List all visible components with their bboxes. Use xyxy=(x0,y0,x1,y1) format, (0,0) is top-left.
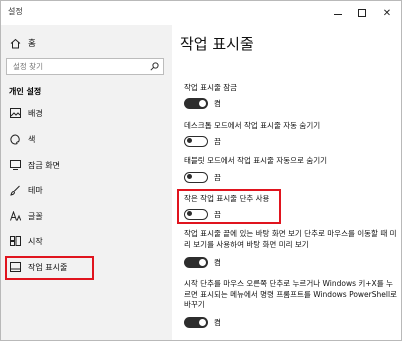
sidebar-item-label: 테마 xyxy=(28,185,43,195)
picture-icon xyxy=(9,107,21,119)
sidebar-item-color[interactable]: 색 xyxy=(9,131,159,147)
home-label: 홈 xyxy=(28,39,36,49)
close-icon: ✕ xyxy=(382,7,392,19)
sidebar: 홈 설정 찾기 개인 설정 배경 색 잠금 화면 테마 글꼴 시작 작업 표시줄 xyxy=(1,25,172,340)
toggle-state: 끔 xyxy=(214,136,221,146)
sidebar-item-label: 잠금 화면 xyxy=(28,160,60,170)
highlight-box-setting xyxy=(177,189,281,224)
sidebar-item-fonts[interactable]: 글꼴 xyxy=(9,208,159,224)
sidebar-item-background[interactable]: 배경 xyxy=(9,105,159,121)
maximize-button[interactable] xyxy=(351,1,373,25)
setting-label-powershell: 시작 단추를 마우스 오른쪽 단추로 누르거나 Windows 키+X를 누르면… xyxy=(184,279,397,309)
minimize-button[interactable] xyxy=(327,1,349,25)
close-button[interactable]: ✕ xyxy=(376,1,398,25)
window-title: 설정 xyxy=(8,7,23,16)
toggle-switch[interactable] xyxy=(184,171,208,183)
toggle-switch[interactable] xyxy=(184,256,208,268)
toggle-switch[interactable] xyxy=(184,316,208,328)
setting-label-autohide-tablet: 태블릿 모드에서 작업 표시줄 자동으로 숨기기 xyxy=(184,156,328,165)
toggle-row-peek[interactable]: 켬 xyxy=(184,256,221,268)
start-icon xyxy=(9,235,21,247)
search-icon[interactable] xyxy=(149,61,160,72)
highlight-box-sidebar xyxy=(5,256,94,280)
setting-label-autohide-desktop: 데스크톱 모드에서 작업 표시줄 자동 숨기기 xyxy=(184,121,321,130)
toggle-row-powershell[interactable]: 켬 xyxy=(184,316,221,328)
toggle-switch[interactable] xyxy=(184,97,208,109)
toggle-row-autohide-tablet[interactable]: 끔 xyxy=(184,171,221,183)
toggle-row-lock-taskbar[interactable]: 켬 xyxy=(184,97,221,109)
home-icon xyxy=(9,37,21,49)
sidebar-item-label: 시작 xyxy=(28,236,43,246)
setting-label-lock-taskbar: 작업 표시줄 잠금 xyxy=(184,83,238,92)
section-label: 개인 설정 xyxy=(9,87,42,96)
sidebar-item-label: 색 xyxy=(28,134,36,144)
minimize-icon xyxy=(334,13,342,15)
toggle-state: 켬 xyxy=(214,317,221,327)
lock-screen-icon xyxy=(9,159,21,171)
font-icon xyxy=(9,210,21,222)
home-nav-item[interactable]: 홈 xyxy=(9,36,36,50)
maximize-icon xyxy=(358,9,366,17)
toggle-state: 켬 xyxy=(214,98,221,108)
title-bar: 설정 ✕ xyxy=(1,1,401,25)
toggle-state: 끔 xyxy=(214,172,221,182)
setting-label-peek: 작업 표시줄 끝에 있는 바탕 화면 보기 단추로 마우스를 이동할 때 미리 … xyxy=(184,229,397,249)
sidebar-item-start[interactable]: 시작 xyxy=(9,233,159,249)
toggle-state: 켬 xyxy=(214,257,221,267)
sidebar-item-lock-screen[interactable]: 잠금 화면 xyxy=(9,157,159,173)
search-placeholder: 설정 찾기 xyxy=(13,62,43,71)
palette-icon xyxy=(9,133,21,145)
main-content: 작업 표시줄 작업 표시줄 잠금 켬 데스크톱 모드에서 작업 표시줄 자동 숨… xyxy=(172,25,401,340)
toggle-row-autohide-desktop[interactable]: 끔 xyxy=(184,135,221,147)
search-input[interactable]: 설정 찾기 xyxy=(6,58,164,75)
page-title: 작업 표시줄 xyxy=(180,35,254,53)
sidebar-item-label: 배경 xyxy=(28,108,43,118)
sidebar-item-theme[interactable]: 테마 xyxy=(9,182,159,198)
sidebar-item-label: 글꼴 xyxy=(28,211,43,221)
brush-icon xyxy=(9,184,21,196)
toggle-switch[interactable] xyxy=(184,135,208,147)
